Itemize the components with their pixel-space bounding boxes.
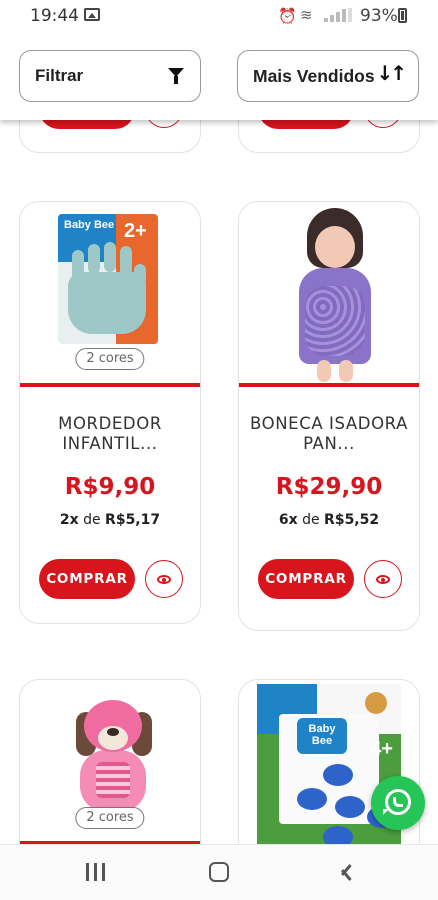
bath-toy-package-image: Baby Bee 4+ — [257, 684, 401, 864]
wifi-icon: ≋ — [300, 7, 313, 24]
buy-button[interactable]: COMPRAR — [39, 559, 135, 599]
sort-button[interactable]: Mais Vendidos ↓↑ — [237, 50, 419, 102]
colors-badge: 2 cores — [75, 807, 145, 829]
installments: 6x de R$5,52 — [278, 512, 380, 528]
eye-icon — [376, 575, 390, 584]
buy-button[interactable]: COMPRAR — [258, 559, 354, 599]
divider — [20, 383, 200, 387]
product-name[interactable]: MORDEDOR INFANTIL... — [28, 414, 192, 454]
filter-sort-bar: Filtrar Mais Vendidos ↓↑ — [0, 32, 438, 120]
product-image[interactable]: Baby Bee 2+ 2 cores — [20, 202, 200, 385]
product-image[interactable] — [239, 202, 419, 385]
package-age-text: 2+ — [124, 220, 147, 242]
package-age-text: 4+ — [370, 738, 393, 760]
doll-image — [295, 208, 375, 384]
system-navigation-bar — [0, 844, 438, 900]
eye-icon — [157, 575, 171, 584]
status-bar: 19:44 ⏰ ≋ 93% — [0, 0, 438, 32]
filter-label: Filtrar — [35, 66, 84, 85]
plush-dog-image — [70, 696, 156, 820]
product-price: R$29,90 — [275, 474, 383, 500]
recent-apps-button[interactable] — [86, 863, 106, 881]
status-time: 19:44 — [30, 6, 79, 26]
gallery-notification-icon — [84, 8, 100, 21]
product-image[interactable]: 2 cores — [20, 680, 200, 863]
signal-icon — [320, 8, 360, 22]
phone-icon — [393, 797, 403, 807]
sort-label: Mais Vendidos — [253, 65, 375, 86]
filter-button[interactable]: Filtrar — [19, 50, 201, 102]
back-button[interactable] — [333, 861, 347, 883]
package-brand-text: Baby Bee — [64, 219, 115, 231]
battery-icon — [398, 8, 407, 23]
alarm-icon: ⏰ — [278, 8, 297, 25]
teether-package-image: Baby Bee 2+ — [58, 214, 158, 344]
installments: 2x de R$5,17 — [59, 512, 161, 528]
quick-view-button[interactable] — [364, 560, 402, 598]
whatsapp-button[interactable] — [371, 776, 425, 830]
battery-percent: 93% — [360, 6, 398, 26]
sort-arrows-icon: ↓↑ — [376, 61, 406, 85]
divider — [239, 383, 419, 387]
filter-icon — [168, 68, 184, 84]
product-image[interactable]: Baby Bee 4+ — [239, 680, 419, 864]
package-brand-text: Baby Bee — [297, 718, 347, 754]
product-name[interactable]: BONECA ISADORA PAN... — [247, 414, 411, 454]
product-card[interactable]: BONECA ISADORA PAN... R$29,90 6x de R$5,… — [238, 201, 420, 631]
home-button[interactable] — [209, 862, 229, 882]
product-price: R$9,90 — [64, 474, 156, 500]
colors-badge: 2 cores — [75, 348, 145, 370]
quick-view-button[interactable] — [145, 560, 183, 598]
product-card[interactable]: Baby Bee 2+ 2 cores MORDEDOR INFANTIL...… — [19, 201, 201, 624]
